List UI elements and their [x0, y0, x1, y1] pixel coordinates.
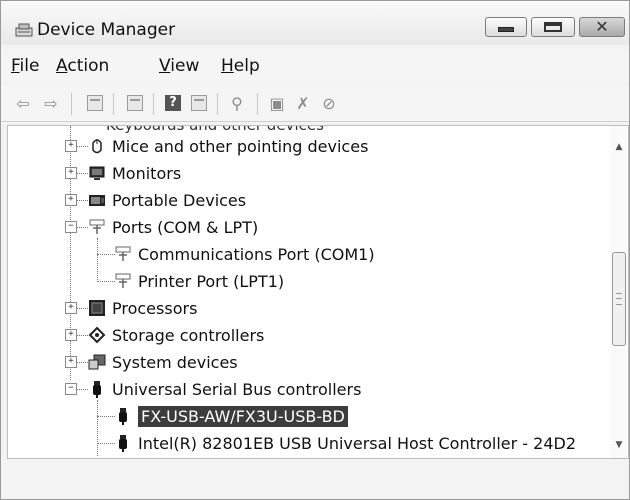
tree-item-label: Communications Port (COM1): [138, 244, 375, 264]
toolbar-separator: [153, 93, 154, 115]
menu-file-label: ile: [19, 56, 40, 76]
collapse-toggle[interactable]: −: [65, 221, 77, 233]
scroll-down-icon[interactable]: ▼: [610, 436, 628, 454]
maximize-icon: [532, 18, 574, 36]
device-manager-window: Device Manager ✕ File Action View Help ⇦…: [0, 0, 630, 500]
expand-toggle[interactable]: +: [65, 302, 77, 314]
tree-item-ports[interactable]: Ports (COM & LPT): [88, 214, 258, 240]
tree-line: [70, 126, 71, 380]
usb-icon: [119, 435, 127, 452]
tree-line: [97, 443, 115, 444]
menu-view-accelerator: V: [159, 56, 171, 76]
window-title: Device Manager: [37, 20, 176, 40]
tree-item-lpt1[interactable]: Printer Port (LPT1): [114, 268, 284, 294]
tree-item-label: System devices: [112, 352, 238, 372]
toolbar-separator: [71, 93, 72, 115]
back-arrow-icon[interactable]: ⇦: [13, 93, 33, 113]
processor-icon: [89, 300, 105, 316]
mouse-icon: [92, 139, 102, 154]
expand-toggle[interactable]: +: [65, 140, 77, 152]
menu-help-label: elp: [233, 56, 260, 76]
status-bar: [1, 463, 629, 499]
tree-line: [97, 238, 98, 282]
show-hide-tree-icon[interactable]: [125, 93, 145, 113]
maximize-button[interactable]: [531, 17, 575, 37]
tree-item-label: Portable Devices: [112, 190, 247, 210]
tree-item-mice[interactable]: Mice and other pointing devices: [88, 133, 368, 159]
console-icon[interactable]: [189, 93, 209, 113]
menu-view-label: iew: [170, 56, 200, 76]
device-manager-icon: [15, 23, 33, 37]
port-icon: [115, 273, 131, 288]
menu-help[interactable]: Help: [221, 56, 260, 76]
close-icon: ✕: [595, 17, 609, 36]
menu-action-label: ction: [67, 56, 110, 76]
menu-bar: File Action View Help: [1, 51, 629, 81]
scrollbar-thumb[interactable]: [612, 252, 626, 346]
disable-device-icon[interactable]: ⊘: [319, 93, 339, 113]
tree-item-system-devices[interactable]: System devices: [88, 349, 238, 375]
toolbar: ⇦ ⇨ ? ⚲ ▣ ✗ ⊘: [1, 85, 629, 122]
tree-item-label: Processors: [112, 298, 198, 318]
tree-item-monitors[interactable]: Monitors: [88, 160, 181, 186]
grip-icon: [616, 293, 622, 305]
expand-toggle[interactable]: +: [65, 167, 77, 179]
storage-controller-icon: [88, 326, 106, 344]
toolbar-separator: [257, 93, 258, 115]
menu-action[interactable]: Action: [56, 56, 109, 76]
tree-item-fx-usb[interactable]: FX-USB-AW/FX3U-USB-BD: [114, 403, 348, 429]
usb-icon: [119, 408, 127, 425]
help-icon[interactable]: ?: [163, 93, 183, 113]
properties-icon[interactable]: [85, 93, 105, 113]
tree-item-usb-controllers[interactable]: Universal Serial Bus controllers: [88, 376, 361, 402]
tree-item-label: Universal Serial Bus controllers: [112, 379, 362, 399]
close-button[interactable]: ✕: [579, 17, 625, 37]
tree-item-intel-usb[interactable]: Intel(R) 82801EB USB Universal Host Cont…: [114, 430, 576, 456]
port-icon: [89, 219, 105, 234]
tree-item-com1[interactable]: Communications Port (COM1): [114, 241, 375, 267]
port-icon: [115, 246, 131, 261]
toolbar-separator: [113, 93, 114, 115]
tree-line: [97, 400, 98, 456]
tree-item-storage-controllers[interactable]: Storage controllers: [88, 322, 264, 348]
menu-file-accelerator: F: [11, 56, 20, 76]
tree-item-label: Ports (COM & LPT): [112, 217, 259, 237]
tree-line: [97, 416, 115, 417]
vertical-scrollbar[interactable]: ▲ ▼: [610, 126, 628, 458]
tree-line: [97, 281, 115, 282]
system-device-icon: [88, 354, 106, 370]
toolbar-separator: [217, 93, 218, 115]
uninstall-icon[interactable]: ✗: [293, 93, 313, 113]
title-bar[interactable]: Device Manager ✕: [1, 1, 629, 45]
minimize-button[interactable]: [485, 17, 527, 37]
portable-device-icon: [89, 195, 105, 206]
tree-item-label: Intel(R) 82801EB USB Universal Host Cont…: [138, 433, 576, 453]
tree-item-label: Mice and other pointing devices: [112, 136, 369, 156]
device-tree[interactable]: Keyboards and other devices + Mice and o…: [7, 125, 629, 459]
selected-tree-item-label: FX-USB-AW/FX3U-USB-BD: [138, 405, 348, 427]
minimize-icon: [486, 18, 526, 36]
update-driver-icon[interactable]: ▣: [267, 93, 287, 113]
collapse-toggle[interactable]: −: [65, 383, 77, 395]
menu-file[interactable]: File: [11, 56, 39, 76]
tree-item-label: Monitors: [112, 163, 182, 183]
forward-arrow-icon[interactable]: ⇨: [41, 93, 61, 113]
scroll-up-icon[interactable]: ▲: [610, 138, 628, 156]
menu-help-accelerator: H: [221, 56, 234, 76]
expand-toggle[interactable]: +: [65, 356, 77, 368]
scan-hardware-icon[interactable]: ⚲: [227, 93, 247, 113]
expand-toggle[interactable]: +: [65, 194, 77, 206]
usb-icon: [93, 381, 101, 398]
monitor-icon: [89, 166, 105, 180]
tree-item-processors[interactable]: Processors: [88, 295, 197, 321]
expand-toggle[interactable]: +: [65, 329, 77, 341]
tree-line: [97, 254, 115, 255]
tree-item-label: Storage controllers: [112, 325, 265, 345]
menu-action-accelerator: A: [56, 56, 68, 76]
tree-item-label: Printer Port (LPT1): [138, 271, 285, 291]
tree-item-portable-devices[interactable]: Portable Devices: [88, 187, 246, 213]
menu-view[interactable]: View: [159, 56, 199, 76]
